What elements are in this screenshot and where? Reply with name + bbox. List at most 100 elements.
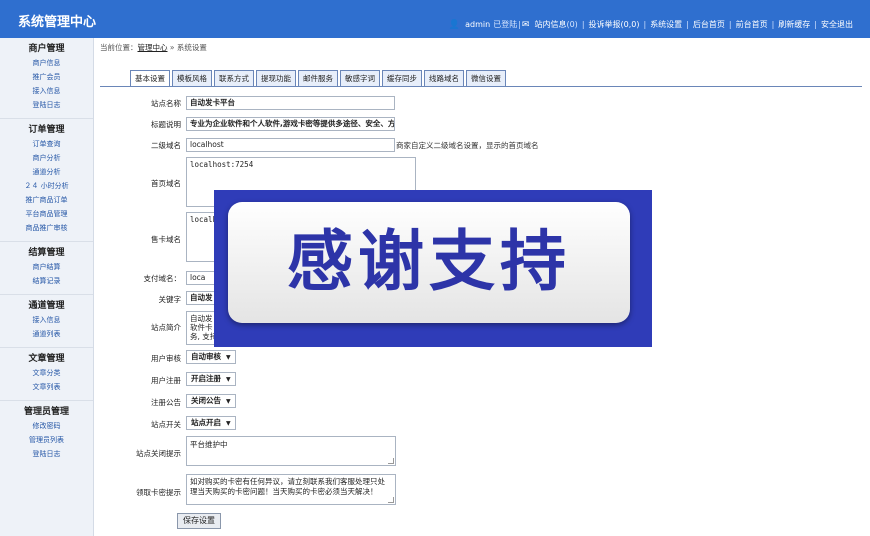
register-notice-value: 关闭公告 [191,396,221,405]
sidebar-group-channels: 通道管理 接入信息 通道列表 [0,295,93,348]
app-title: 系统管理中心 [18,15,97,30]
sidebar-item-channel-analysis[interactable]: 通道分析 [0,165,93,179]
system-settings-link[interactable]: 系统设置 [647,19,685,30]
tab-withdraw[interactable]: 提现功能 [256,70,296,87]
register-notice-label: 注册公告 [151,398,181,407]
card-notice-label: 领取卡密提示 [136,488,181,497]
pay-domain-label: 支付域名： [143,274,182,283]
sidebar-item-channel-access[interactable]: 接入信息 [0,313,93,327]
tab-template[interactable]: 模板风格 [172,70,212,87]
sidebar-item-merchant-settlement[interactable]: 商户结算 [0,260,93,274]
tab-wechat[interactable]: 微信设置 [466,70,506,87]
chevron-down-icon: ▼ [226,354,231,361]
site-name-label: 站点名称 [151,99,181,108]
close-notice-value: 平台维护中 [190,440,228,449]
register-notice-select[interactable]: 关闭公告 ▼ [186,394,236,408]
breadcrumb-separator: » [167,43,177,52]
sidebar-item-channel-list[interactable]: 通道列表 [0,327,93,341]
messages-link[interactable]: 站内信息(0) [531,19,580,30]
home-domain-value: localhost:7254 [190,160,254,169]
close-notice-textarea[interactable]: 平台维护中 [186,436,396,466]
card-notice-textarea[interactable]: 如对购买的卡密有任何异议，请立刻联系我们客服处理只处理当天购买的卡密问题！当天购… [186,474,396,505]
settings-tabs: 基本设置 模板风格 联系方式 提现功能 邮件服务 敏感字词 缓存同步 线路域名 … [130,70,506,87]
card-notice-value: 如对购买的卡密有任何异议，请立刻联系我们客服处理只处理当天购买的卡密问题！当天购… [190,477,385,496]
subdomain-input[interactable]: localhost [186,138,395,152]
user-register-label: 用户注册 [151,376,181,385]
chevron-down-icon: ▼ [226,376,231,383]
sidebar-group-title: 订单管理 [28,125,65,135]
thanks-banner: 感谢支持 [214,190,652,347]
tab-mail[interactable]: 邮件服务 [298,70,338,87]
sidebar-group-title: 管理员管理 [23,407,69,417]
sidebar-item-platform-goods[interactable]: 平台商品管理 [0,207,93,221]
sidebar-group-articles: 文章管理 文章分类 文章列表 [0,348,93,401]
user-register-select[interactable]: 开启注册 ▼ [186,372,236,386]
sidebar-group-title: 结算管理 [28,248,65,258]
subdomain-label: 二级域名 [151,141,181,150]
save-settings-button[interactable]: 保存设置 [177,513,221,529]
sidebar-group-admins: 管理员管理 修改密码 管理员列表 登陆日志 [0,401,93,467]
sidebar-item-goods-review[interactable]: 商品推广审核 [0,221,93,235]
sidebar-group-title: 文章管理 [28,354,65,364]
thanks-banner-text: 感谢支持 [287,223,571,300]
tab-cache-sync[interactable]: 缓存同步 [382,70,422,87]
thanks-banner-card: 感谢支持 [228,202,630,323]
user-audit-select[interactable]: 自动审核 ▼ [186,350,236,364]
sidebar: 商户管理 商户信息 推广会员 接入信息 登陆日志 订单管理 订单查询 商户分析 … [0,38,94,536]
sidebar-item-admin-login-log[interactable]: 登陆日志 [0,447,93,461]
top-bar: 系统管理中心 👤 admin 已登陆 | ✉ 站内信息(0) | 投诉举报(0,… [0,0,870,38]
intro-label: 站点简介 [151,323,181,332]
resize-handle[interactable] [388,497,394,503]
complaints-link[interactable]: 投诉举报(0,0) [586,19,643,30]
chevron-down-icon: ▼ [226,398,231,405]
sidebar-item-promo-members[interactable]: 推广会员 [0,70,93,84]
login-status: 已登陆 [493,20,518,29]
admin-home-link[interactable]: 后台首页 [690,19,728,30]
messages-label: 站内信息 [534,20,567,29]
sidebar-group-merchant: 商户管理 商户信息 推广会员 接入信息 登陆日志 [0,38,93,119]
user-name-link[interactable]: admin [462,20,493,29]
home-domain-label: 首页域名 [151,179,181,188]
sidebar-item-article-list[interactable]: 文章列表 [0,380,93,394]
sidebar-group-settlement: 结算管理 商户结算 结算记录 [0,242,93,295]
sidebar-item-login-log[interactable]: 登陆日志 [0,98,93,112]
tab-basic[interactable]: 基本设置 [130,70,170,87]
title-desc-label: 标题说明 [151,120,181,129]
sidebar-item-settlement-records[interactable]: 结算记录 [0,274,93,288]
breadcrumb-current: 系统设置 [176,43,207,52]
sidebar-item-merchant-info[interactable]: 商户信息 [0,56,93,70]
breadcrumb: 当前位置：管理中心 » 系统设置 [100,42,207,53]
logout-link[interactable]: 安全退出 [818,19,856,30]
mail-icon: ✉ [521,19,530,30]
tab-contact[interactable]: 联系方式 [214,70,254,87]
sidebar-item-promo-orders[interactable]: 推广商品订单 [0,193,93,207]
sidebar-item-admin-list[interactable]: 管理员列表 [0,433,93,447]
front-home-link[interactable]: 前台首页 [733,19,771,30]
sidebar-group-title: 通道管理 [28,301,65,311]
sidebar-item-change-password[interactable]: 修改密码 [0,419,93,433]
sidebar-item-order-query[interactable]: 订单查询 [0,137,93,151]
close-notice-label: 站点关闭提示 [136,449,181,458]
site-switch-select[interactable]: 站点开启 ▼ [186,416,236,430]
subdomain-hint: 商家自定义二级域名设置，显示的首页域名 [396,141,539,150]
top-links: 👤 admin 已登陆 | ✉ 站内信息(0) | 投诉举报(0,0) | 系统… [449,19,856,30]
site-name-input[interactable]: 自动发卡平台 [186,96,395,110]
sidebar-item-access-info[interactable]: 接入信息 [0,84,93,98]
tab-line-domain[interactable]: 线路域名 [424,70,464,87]
tab-sensitive-words[interactable]: 敏感字词 [340,70,380,87]
messages-count: (0) [566,20,578,29]
resize-handle[interactable] [388,458,394,464]
tab-underline [100,86,862,87]
title-desc-input[interactable]: 专业为企业软件和个人软件,游戏卡密等提供多途径、安全、方 [186,117,395,131]
sidebar-item-merchant-analysis[interactable]: 商户分析 [0,151,93,165]
sidebar-item-24h-analysis[interactable]: ２４ 小时分析 [0,179,93,193]
user-audit-value: 自动审核 [191,352,221,361]
keywords-label: 关键字 [158,295,182,304]
chevron-down-icon: ▼ [226,420,231,427]
site-switch-label: 站点开关 [151,420,181,429]
sidebar-item-article-category[interactable]: 文章分类 [0,366,93,380]
breadcrumb-prefix: 当前位置： [100,43,138,52]
sidebar-group-title: 商户管理 [28,44,65,54]
breadcrumb-home-link[interactable]: 管理中心 [138,43,168,52]
refresh-cache-link[interactable]: 刷新缓存 [775,19,813,30]
